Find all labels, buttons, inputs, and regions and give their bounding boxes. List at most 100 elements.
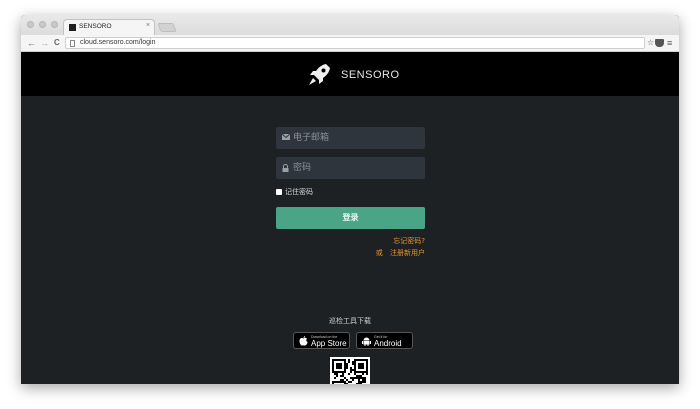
qr-module — [336, 375, 338, 377]
qr-module — [348, 359, 350, 361]
site-header: SENSORO — [21, 52, 679, 96]
qr-module — [332, 363, 334, 365]
qr-module — [364, 379, 366, 381]
reload-icon[interactable]: C — [54, 38, 60, 48]
browser-window: SENSORO × ← → C cloud.sensoro.com/login … — [21, 15, 679, 384]
register-link[interactable]: 注册新用户 — [390, 249, 425, 257]
maximize-window-button[interactable] — [51, 21, 58, 28]
email-field[interactable] — [276, 127, 425, 149]
email-input[interactable] — [293, 130, 418, 146]
forward-icon[interactable]: → — [40, 38, 49, 48]
rocket-icon — [309, 64, 330, 85]
qr-module — [352, 361, 354, 363]
page-icon — [70, 40, 75, 47]
qr-module — [364, 377, 366, 379]
qr-module — [362, 373, 364, 375]
qr-module — [358, 371, 360, 373]
qr-module — [332, 367, 334, 369]
tab-strip: SENSORO × — [21, 15, 679, 35]
qr-module — [366, 361, 368, 363]
qr-module — [360, 365, 362, 367]
qr-module — [362, 379, 364, 381]
qr-module — [350, 369, 352, 371]
qr-module — [358, 383, 360, 384]
remember-password[interactable]: 记住密码 — [276, 187, 313, 197]
qr-module — [342, 371, 344, 373]
qr-module — [340, 379, 342, 381]
qr-module — [346, 383, 348, 384]
qr-module — [332, 365, 334, 367]
qr-module — [336, 359, 338, 361]
forgot-password-link[interactable]: 忘记密码? — [393, 236, 425, 246]
app-store-button[interactable]: Download on the App Store — [293, 332, 350, 349]
qr-code — [330, 357, 370, 384]
register-row: 或 注册新用户 — [376, 248, 425, 258]
qr-module — [338, 363, 340, 365]
apple-icon — [299, 336, 308, 346]
qr-module — [340, 381, 342, 383]
android-button[interactable]: Get it for Android — [356, 332, 413, 349]
url-text[interactable]: cloud.sensoro.com/login — [80, 39, 156, 46]
qr-module — [362, 367, 364, 369]
qr-module — [334, 377, 336, 379]
qr-module — [336, 381, 338, 383]
qr-module — [358, 359, 360, 361]
qr-module — [360, 377, 362, 379]
qr-module — [340, 365, 342, 367]
new-tab-button[interactable] — [157, 23, 177, 32]
browser-toolbar: ← → C cloud.sensoro.com/login ☆ ≡ — [21, 35, 679, 52]
android-text: Android — [374, 339, 402, 348]
qr-module — [344, 383, 346, 384]
remember-label: 记住密码 — [285, 188, 313, 196]
qr-module — [346, 363, 348, 365]
bookmark-star-icon[interactable]: ☆ — [647, 38, 654, 48]
qr-module — [336, 367, 338, 369]
qr-module — [338, 365, 340, 367]
qr-module — [356, 359, 358, 361]
qr-module — [366, 363, 368, 365]
menu-icon[interactable]: ≡ — [667, 38, 672, 48]
login-button[interactable]: 登录 — [276, 207, 425, 229]
remember-checkbox[interactable] — [276, 189, 282, 195]
favicon-icon — [69, 24, 76, 31]
qr-module — [354, 363, 356, 365]
qr-module — [362, 363, 364, 365]
qr-module — [364, 371, 366, 373]
android-icon — [362, 337, 371, 346]
qr-module — [342, 359, 344, 361]
password-input[interactable] — [293, 160, 418, 176]
qr-module — [358, 367, 360, 369]
qr-module — [342, 373, 344, 375]
password-field[interactable] — [276, 157, 425, 179]
tab-title: SENSORO — [79, 23, 112, 30]
brand-name: SENSORO — [341, 69, 400, 81]
address-bar[interactable]: cloud.sensoro.com/login — [65, 37, 645, 49]
qr-module — [342, 381, 344, 383]
qr-module — [360, 375, 362, 377]
qr-module — [356, 371, 358, 373]
qr-module — [334, 371, 336, 373]
qr-module — [362, 381, 364, 383]
qr-module — [344, 381, 346, 383]
qr-module — [350, 381, 352, 383]
qr-code-image — [332, 359, 368, 384]
qr-module — [344, 365, 346, 367]
qr-module — [362, 365, 364, 367]
qr-module — [340, 359, 342, 361]
qr-module — [358, 365, 360, 367]
qr-module — [346, 379, 348, 381]
qr-module — [356, 377, 358, 379]
qr-module — [366, 359, 368, 361]
login-page: SENSORO 记住密码 登录 忘记密码? 或 注册新用户 巡检工具 — [21, 52, 679, 384]
qr-module — [338, 359, 340, 361]
close-window-button[interactable] — [27, 21, 34, 28]
qr-module — [344, 367, 346, 369]
lock-icon — [282, 164, 289, 172]
tab-close-icon[interactable]: × — [146, 22, 150, 29]
qr-module — [354, 371, 356, 373]
qr-module — [350, 377, 352, 379]
tab-sensoro[interactable]: SENSORO × — [63, 19, 155, 35]
minimize-window-button[interactable] — [39, 21, 46, 28]
pocket-icon[interactable] — [655, 39, 664, 47]
back-icon[interactable]: ← — [27, 38, 36, 48]
